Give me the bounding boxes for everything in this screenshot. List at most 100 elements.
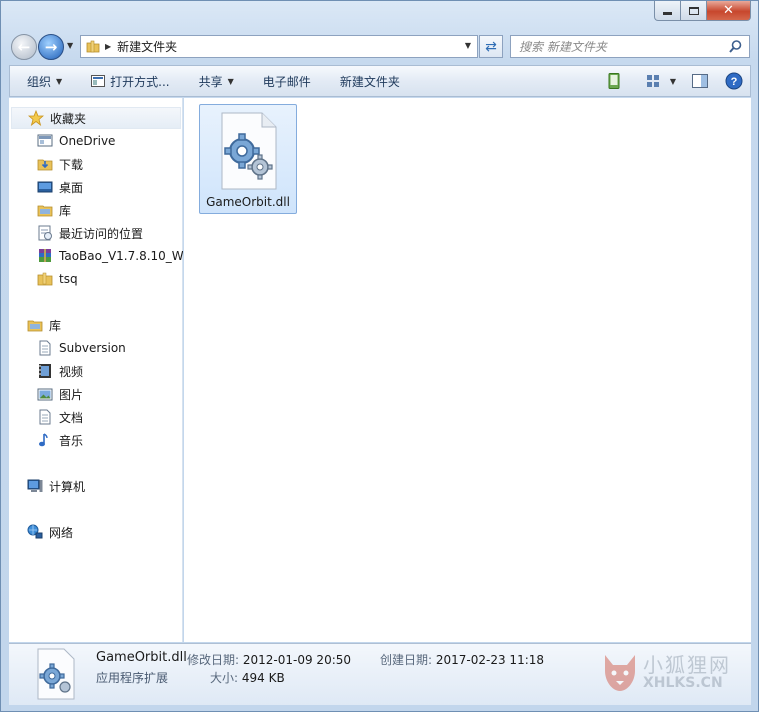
details-size: 大小: 494 KB [210,669,285,686]
sidebar-item-desktop[interactable]: 桌面 [37,176,83,198]
network-icon [27,524,43,539]
watermark-text: 小狐狸网 [643,653,731,677]
refresh-icon: ⇄ [485,38,497,55]
email-button[interactable]: 电子邮件 [263,66,311,96]
sidebar-item-label: 库 [49,318,62,333]
file-name: GameOrbit.dll [206,195,290,209]
music-icon [39,433,48,447]
caption-buttons: ✕ [654,1,751,21]
sidebar-item-label: 图片 [59,387,84,402]
recent-places-icon [38,225,52,241]
dll-gear-icon [221,112,277,190]
recent-pages-dropdown[interactable]: ▼ [67,41,73,50]
library-icon [27,320,43,332]
organize-button[interactable]: 组织 ▼ [27,66,62,96]
size-value: 494 KB [241,671,285,685]
sidebar-item-subversion[interactable]: Subversion [37,337,126,359]
back-button[interactable]: ← [11,34,37,60]
sidebar-item-computer[interactable]: 计算机 [27,475,85,497]
sidebar-item-music[interactable]: 音乐 [37,429,83,451]
dll-gear-icon [37,648,75,700]
sidebar-item-label: 下载 [59,157,84,172]
help-icon: ? [725,72,743,90]
details-modified: 修改日期: 2012-01-09 20:50 [187,651,351,668]
modified-value: 2012-01-09 20:50 [242,653,352,667]
address-dropdown-icon[interactable]: ▼ [465,41,471,50]
created-label: 创建日期: [380,653,433,667]
sidebar-item-label: TaoBao_V1.7.8.10_Wi [59,249,183,263]
command-bar: 组织 ▼ 打开方式... 共享 ▼ 电子邮件 新建文件夹 ▼ ? [9,65,751,97]
sidebar-item-recent-places[interactable]: 最近访问的位置 [37,222,143,244]
download-folder-icon [37,159,53,171]
preview-pane-icon [692,74,708,88]
details-file-name: GameOrbit.dll [96,650,187,665]
sidebar-item-downloads[interactable]: 下载 [37,153,83,175]
sidebar-item-videos[interactable]: 视频 [37,360,83,382]
preview-pane-button[interactable] [690,71,710,91]
forward-arrow-icon: → [44,38,58,56]
sidebar-item-taobao[interactable]: TaoBao_V1.7.8.10_Wi [37,245,183,267]
sidebar-item-label: 桌面 [59,180,84,195]
sidebar-item-tsq[interactable]: tsq [37,268,78,290]
sidebar-item-network[interactable]: 网络 [27,521,73,543]
sidebar-item-favorites[interactable]: 收藏夹 [11,107,181,129]
update-button[interactable] [604,71,624,91]
breadcrumb-current[interactable]: 新建文件夹 [117,38,177,55]
sidebar-item-label: 库 [59,203,72,218]
watermark-domain: XHLKS.CN [643,675,723,691]
close-button[interactable]: ✕ [707,1,751,21]
share-button[interactable]: 共享 ▼ [199,66,234,96]
sidebar-item-label: Subversion [59,341,126,355]
view-options-dropdown[interactable]: ▼ [670,77,676,86]
sidebar-item-pictures[interactable]: 图片 [37,383,83,405]
details-pane: GameOrbit.dll 应用程序扩展 修改日期: 2012-01-09 20… [9,643,751,705]
search-placeholder: 搜索 新建文件夹 [519,40,607,54]
help-button[interactable]: ? [724,71,744,91]
modified-label: 修改日期: [187,653,240,667]
open-with-button[interactable]: 打开方式... [91,66,170,96]
refresh-button[interactable]: ⇄ [479,35,503,58]
sidebar-item-onedrive[interactable]: OneDrive [37,130,115,152]
minimize-button[interactable] [654,1,681,21]
desktop-icon [37,181,53,193]
library-icon [37,205,53,217]
new-folder-label: 新建文件夹 [339,74,400,89]
sidebar-item-label: tsq [59,272,78,286]
sidebar-item-label: 收藏夹 [50,111,87,126]
file-list[interactable]: GameOrbit.dll [184,98,751,642]
folder-icon [86,40,100,52]
video-icon [39,364,51,378]
new-folder-button[interactable]: 新建文件夹 [340,66,400,96]
open-with-label: 打开方式... [110,74,170,89]
email-label: 电子邮件 [262,74,311,89]
sidebar-item-libraries[interactable]: 库 [27,314,61,336]
view-grid-icon [647,74,660,87]
folder-icon [37,272,53,286]
maximize-button[interactable] [681,1,707,21]
sidebar-item-label: 视频 [59,364,84,379]
computer-icon [27,479,43,492]
search-input[interactable]: 搜索 新建文件夹 [510,35,750,58]
breadcrumb-separator-icon[interactable]: ▶ [105,42,111,51]
explorer-window: ✕ ← → ▼ ▶ 新建文件夹 ▼ ⇄ 搜索 新建文件夹 组织 ▼ 打开方式..… [0,0,759,712]
sidebar-item-documents[interactable]: 文档 [37,406,83,428]
sidebar-item-label: 网络 [49,525,74,540]
search-icon[interactable] [728,39,743,54]
sidebar-item-label: 音乐 [59,433,84,448]
sidebar-item-library[interactable]: 库 [37,199,71,221]
forward-button[interactable]: → [38,34,64,60]
sidebar-item-label: 最近访问的位置 [59,226,144,241]
chevron-down-icon: ▼ [56,76,63,86]
change-view-button[interactable] [644,71,664,91]
file-item[interactable]: GameOrbit.dll [199,104,297,214]
onedrive-icon [37,134,53,147]
back-arrow-icon: ← [17,38,31,56]
chevron-down-icon: ▼ [227,76,234,86]
navigation-pane: 收藏夹 OneDrive 下载 桌面 库 最近访问的位置 TaoBao_V1.7… [9,98,183,642]
address-bar[interactable]: ▶ 新建文件夹 ▼ [80,35,478,58]
maximize-icon [688,6,699,15]
phone-sync-icon [608,73,620,89]
watermark-logo: 小狐狸网 XHLKS.CN [601,649,741,697]
size-label: 大小: [210,671,239,685]
details-file-type: 应用程序扩展 [96,671,169,685]
